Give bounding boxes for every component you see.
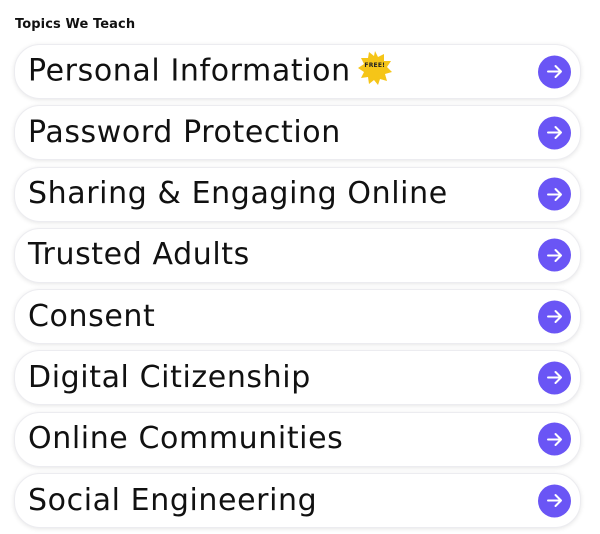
free-badge: FREE! [357,50,393,86]
topic-card-digital-citizenship[interactable]: Digital Citizenship [14,350,581,406]
topic-label: Online Communities [28,421,344,457]
arrow-right-icon[interactable] [538,238,571,272]
arrow-right-icon[interactable] [538,116,571,150]
topic-card-online-communities[interactable]: Online Communities [14,411,581,467]
free-badge-label: FREE! [364,61,386,69]
topic-card-sharing-engaging-online[interactable]: Sharing & Engaging Online [14,166,581,222]
arrow-right-icon[interactable] [538,177,571,211]
topic-card-social-engineering[interactable]: Social Engineering [14,473,581,529]
topic-list: Personal Information FREE! Password Prot… [14,44,581,534]
topic-label: Trusted Adults [28,237,250,273]
topic-label: Sharing & Engaging Online [28,176,448,212]
topic-label: Personal Information FREE! [28,50,393,90]
section-title: Topics We Teach [15,17,136,32]
topic-card-personal-information[interactable]: Personal Information FREE! [14,44,581,99]
topic-card-password-protection[interactable]: Password Protection [14,105,581,161]
arrow-right-icon[interactable] [538,422,571,456]
arrow-right-icon[interactable] [538,300,571,334]
topic-card-consent[interactable]: Consent [14,289,581,345]
arrow-right-icon[interactable] [538,484,571,518]
topic-label: Digital Citizenship [28,359,311,395]
topic-card-trusted-adults[interactable]: Trusted Adults [14,227,581,283]
topic-label: Password Protection [28,114,341,150]
arrow-right-icon[interactable] [538,361,571,395]
arrow-right-icon[interactable] [538,55,571,88]
topic-label: Consent [28,298,156,334]
topic-label: Social Engineering [28,482,318,518]
